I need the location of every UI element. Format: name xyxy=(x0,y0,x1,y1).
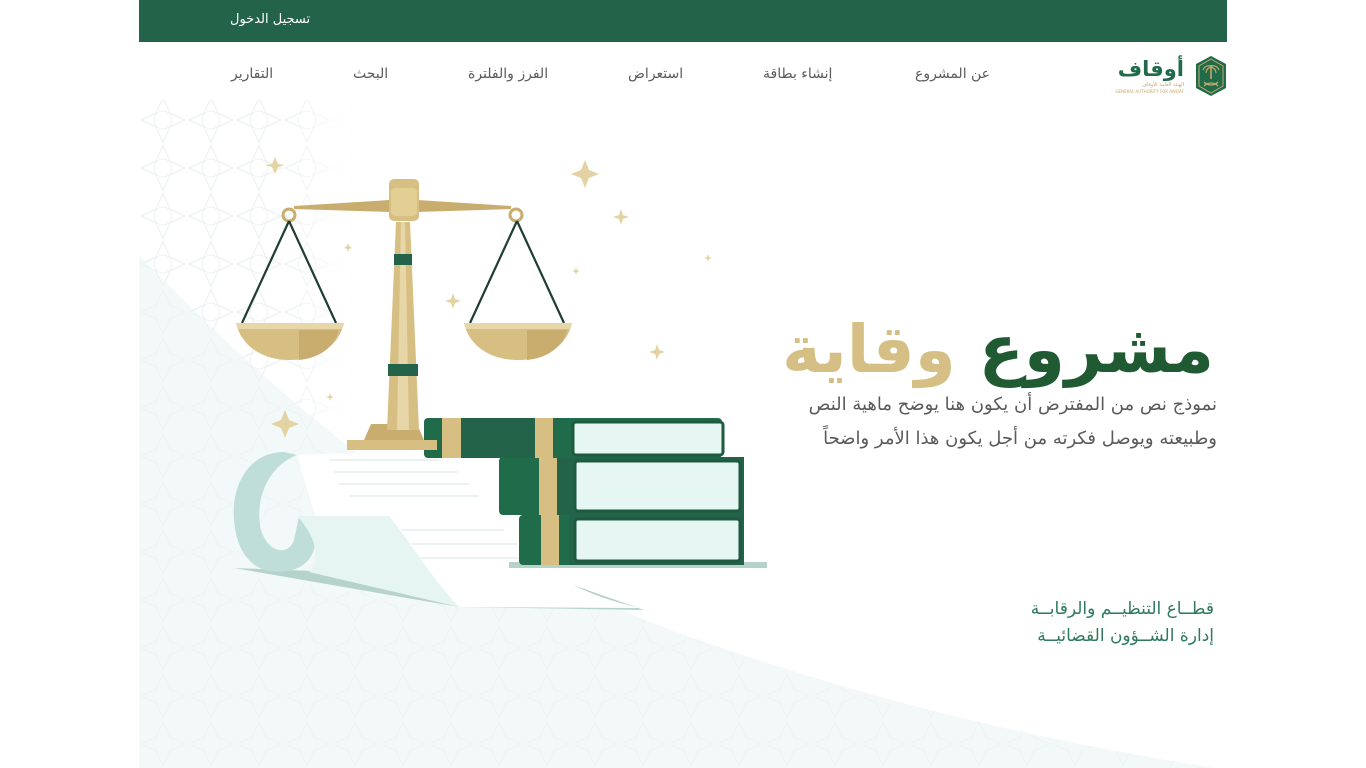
sector-line-2: إدارة الشــؤون القضائيــة xyxy=(1037,626,1214,646)
hero-description: نموذج نص من المفترض أن يكون هنا يوضح ماه… xyxy=(808,394,1217,449)
hero-title: مشروع وقاية xyxy=(781,300,1215,400)
sector-info: قطــاع التنظيــم والرقابــة إدارة الشــؤ… xyxy=(1031,596,1214,650)
sector-line-1: قطــاع التنظيــم والرقابــة xyxy=(1030,599,1214,619)
hero-title-project: مشروع xyxy=(978,311,1215,389)
hero-title-wiqaya: وقاية xyxy=(781,311,957,389)
page: تسجيل الدخول عن المشروع إنشاء بطاقة استع… xyxy=(139,0,1227,768)
